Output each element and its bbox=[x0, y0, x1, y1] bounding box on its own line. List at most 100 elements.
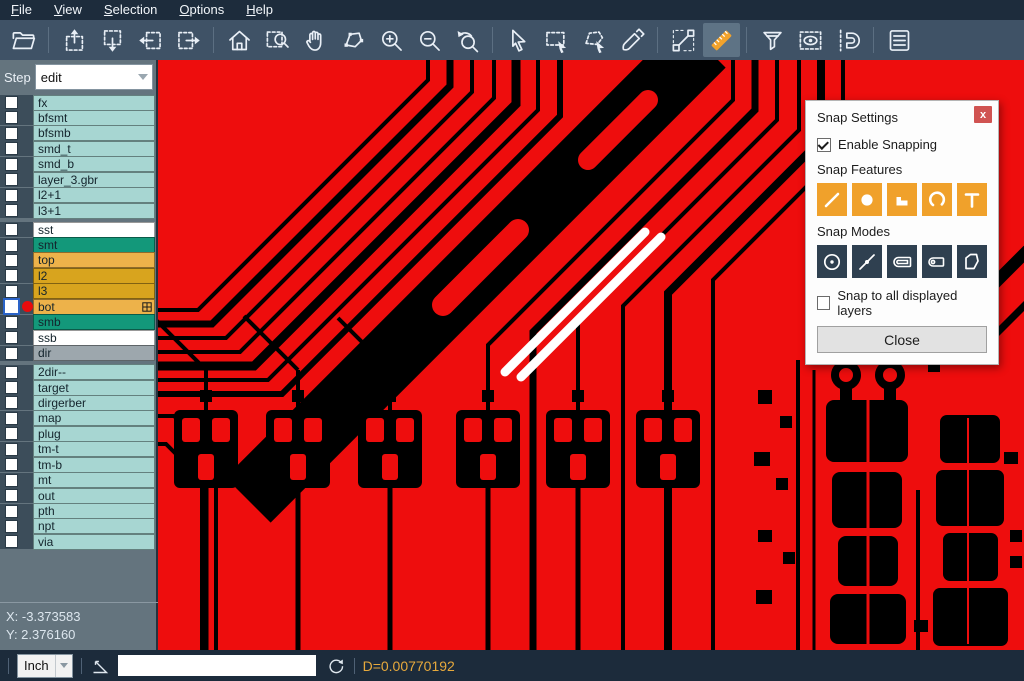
layer-chip[interactable]: ssb bbox=[33, 330, 155, 346]
select-arrow-button[interactable] bbox=[500, 23, 537, 57]
layer-checkbox[interactable] bbox=[5, 158, 18, 171]
layer-checkbox[interactable] bbox=[5, 443, 18, 456]
layer-checkbox[interactable] bbox=[5, 111, 18, 124]
layer-checkbox[interactable] bbox=[5, 505, 18, 518]
snap-mode-midpoint-button[interactable] bbox=[852, 245, 882, 278]
layer-checkbox[interactable] bbox=[5, 366, 18, 379]
refresh-icon[interactable] bbox=[326, 656, 346, 676]
layer-chip[interactable]: target bbox=[33, 380, 155, 396]
layer-chip[interactable]: bfsmb bbox=[33, 125, 155, 141]
zoom-in-button[interactable] bbox=[373, 23, 410, 57]
layer-chip[interactable]: 2dir-- bbox=[33, 364, 155, 380]
layer-chip[interactable]: map bbox=[33, 410, 155, 426]
zoom-polygon-button[interactable] bbox=[335, 23, 372, 57]
step-select[interactable]: edit bbox=[35, 64, 153, 90]
layer-checkbox[interactable] bbox=[5, 474, 18, 487]
snap-feat-pad-button[interactable] bbox=[852, 183, 882, 216]
menu-options[interactable]: Options bbox=[168, 0, 235, 20]
report-button[interactable] bbox=[881, 23, 918, 57]
layer-chip[interactable]: sst bbox=[33, 222, 155, 238]
layer-checkbox[interactable] bbox=[5, 520, 18, 533]
snap-feat-line-button[interactable] bbox=[817, 183, 847, 216]
layer-chip[interactable]: top bbox=[33, 252, 155, 268]
layer-chip[interactable]: via bbox=[33, 534, 155, 550]
layer-chip[interactable]: plug bbox=[33, 426, 155, 442]
layer-chip[interactable]: smd_t bbox=[33, 141, 155, 157]
pan-right-button[interactable] bbox=[170, 23, 207, 57]
angle-measure-icon[interactable] bbox=[90, 656, 110, 676]
layer-checkbox[interactable] bbox=[5, 316, 18, 329]
home-button[interactable] bbox=[221, 23, 258, 57]
snap-mode-contour-closed-button[interactable] bbox=[887, 245, 917, 278]
snap-feat-text-button[interactable] bbox=[957, 183, 987, 216]
measure-line-button[interactable] bbox=[665, 23, 702, 57]
layer-chip[interactable]: smb bbox=[33, 314, 155, 330]
close-button[interactable]: Close bbox=[817, 326, 987, 353]
pan-down-button[interactable] bbox=[94, 23, 131, 57]
layer-checkbox[interactable] bbox=[5, 347, 18, 360]
layer-chip[interactable]: l2 bbox=[33, 268, 155, 284]
command-input[interactable] bbox=[118, 655, 316, 676]
layer-chip[interactable]: tm-t bbox=[33, 441, 155, 457]
pan-up-button[interactable] bbox=[56, 23, 93, 57]
zoom-previous-button[interactable] bbox=[449, 23, 486, 57]
all-layers-checkbox[interactable] bbox=[817, 296, 830, 310]
layer-checkbox[interactable] bbox=[5, 173, 18, 186]
enable-snapping-checkbox[interactable] bbox=[817, 138, 831, 152]
layer-chip[interactable]: l3 bbox=[33, 283, 155, 299]
layer-chip[interactable]: layer_3.gbr bbox=[33, 172, 155, 188]
view-box-button[interactable] bbox=[792, 23, 829, 57]
layer-chip[interactable]: fx bbox=[33, 95, 155, 111]
snap-button[interactable] bbox=[830, 23, 867, 57]
layer-checkbox[interactable] bbox=[5, 239, 18, 252]
layer-checkbox[interactable] bbox=[5, 189, 18, 202]
menu-help[interactable]: Help bbox=[235, 0, 284, 20]
layer-chip[interactable]: bfsmt bbox=[33, 110, 155, 126]
layer-checkbox[interactable] bbox=[5, 300, 18, 313]
layer-checkbox[interactable] bbox=[5, 269, 18, 282]
layer-checkbox[interactable] bbox=[5, 535, 18, 548]
layer-checkbox[interactable] bbox=[5, 412, 18, 425]
layer-checkbox[interactable] bbox=[5, 427, 18, 440]
layer-chip[interactable]: smt bbox=[33, 237, 155, 253]
layer-chip[interactable]: l2+1 bbox=[33, 187, 155, 203]
select-rect-button[interactable] bbox=[538, 23, 575, 57]
select-polygon-button[interactable] bbox=[576, 23, 613, 57]
open-folder-button[interactable] bbox=[5, 23, 42, 57]
layer-checkbox[interactable] bbox=[5, 458, 18, 471]
snap-feat-arc-button[interactable] bbox=[922, 183, 952, 216]
layer-checkbox[interactable] bbox=[5, 127, 18, 140]
brush-button[interactable] bbox=[614, 23, 651, 57]
zoom-out-button[interactable] bbox=[411, 23, 448, 57]
menu-file[interactable]: File bbox=[0, 0, 43, 20]
layer-chip[interactable]: npt bbox=[33, 518, 155, 534]
ruler-button[interactable] bbox=[703, 23, 740, 57]
menu-selection[interactable]: Selection bbox=[93, 0, 168, 20]
layer-chip[interactable]: smd_b bbox=[33, 156, 155, 172]
snap-mode-vertex-button[interactable] bbox=[957, 245, 987, 278]
layer-checkbox[interactable] bbox=[5, 285, 18, 298]
snap-feat-surface-button[interactable] bbox=[887, 183, 917, 216]
layer-checkbox[interactable] bbox=[5, 204, 18, 217]
layer-chip[interactable]: bot bbox=[33, 299, 155, 315]
layer-checkbox[interactable] bbox=[5, 489, 18, 502]
layer-chip[interactable]: dirgerber bbox=[33, 395, 155, 411]
filter-button[interactable] bbox=[754, 23, 791, 57]
layer-checkbox[interactable] bbox=[5, 331, 18, 344]
layer-chip[interactable]: out bbox=[33, 488, 155, 504]
layer-checkbox[interactable] bbox=[5, 223, 18, 236]
snap-mode-contour-open-button[interactable] bbox=[922, 245, 952, 278]
layer-chip[interactable]: mt bbox=[33, 472, 155, 488]
pan-hand-button[interactable] bbox=[297, 23, 334, 57]
layer-checkbox[interactable] bbox=[5, 381, 18, 394]
unit-select[interactable]: Inch bbox=[17, 654, 73, 678]
layer-checkbox[interactable] bbox=[5, 396, 18, 409]
layer-chip[interactable]: tm-b bbox=[33, 457, 155, 473]
layer-checkbox[interactable] bbox=[5, 96, 18, 109]
layer-chip[interactable]: pth bbox=[33, 503, 155, 519]
layer-chip[interactable]: dir bbox=[33, 345, 155, 361]
layer-chip[interactable]: l3+1 bbox=[33, 203, 155, 219]
close-icon[interactable]: x bbox=[974, 106, 992, 123]
snap-mode-center-button[interactable] bbox=[817, 245, 847, 278]
zoom-window-button[interactable] bbox=[259, 23, 296, 57]
